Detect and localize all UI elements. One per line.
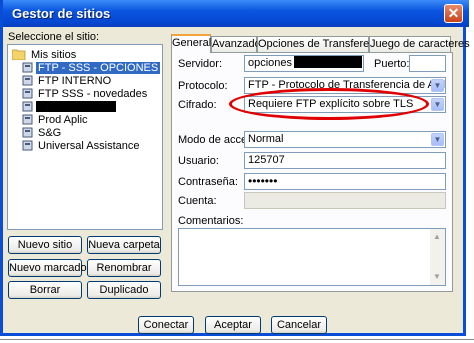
tree-item-ftp-sss-novedades[interactable]: FTP SSS - novedades [22,88,149,101]
accept-button[interactable]: Aceptar [205,316,261,334]
server-icon [22,101,33,112]
server-label: Servidor: [178,58,223,70]
comments-scrollbar[interactable]: ▲ ▼ [430,229,445,285]
chevron-down-icon: ▼ [431,133,444,146]
tree-item-label: Prod Aplic [38,114,88,126]
protocol-label: Protocolo: [178,80,228,92]
user-label: Usuario: [178,155,219,167]
access-mode-select[interactable]: Normal ▼ [244,131,446,148]
site-tree-label: Seleccione el sitio: [8,31,100,43]
delete-button[interactable]: Borrar [8,281,82,299]
server-icon [22,75,33,86]
window-title: Gestor de sitios [12,6,111,21]
chevron-down-icon: ▼ [431,79,444,92]
server-icon [22,140,33,151]
tree-item-prod-aplic[interactable]: Prod Aplic [22,114,90,127]
tree-item-ftp-sss-opciones[interactable]: FTP - SSS - OPCIONES [22,62,161,75]
server-value: opciones [248,57,293,69]
connect-button[interactable]: Conectar [138,316,194,334]
redaction-bar [36,101,116,112]
tab-advanced[interactable]: Avanzado [211,36,261,52]
port-input[interactable] [409,55,446,72]
tree-item-ftp-interno[interactable]: FTP INTERNO [22,75,113,88]
tree-root-label: Mis sitios [31,49,77,61]
tree-root-item[interactable]: Mis sitios [12,49,78,62]
tab-charset[interactable]: Juego de caracteres [369,36,470,52]
tree-item-label: S&G [38,127,62,139]
account-label: Cuenta: [178,195,217,207]
tree-item-label: FTP - SSS - OPCIONES [36,62,161,74]
highlight-ellipse [229,88,429,120]
chevron-down-icon: ▼ [431,98,444,111]
close-button[interactable]: ✕ [444,4,463,23]
tab-transfer-options[interactable]: Opciones de Transferencia [257,36,389,52]
site-tree[interactable]: Mis sitios FTP - SSS - OPCIONES FTP INTE… [7,44,163,230]
tree-item-label: FTP SSS - novedades [38,88,148,100]
port-label: Puerto: [374,58,410,70]
scroll-up-icon[interactable]: ▲ [431,231,443,243]
server-icon [22,88,33,99]
comments-label: Comentarios: [178,215,244,227]
server-icon [22,114,33,125]
folder-icon [12,49,26,60]
scroll-down-icon[interactable]: ▼ [431,271,443,283]
title-bar[interactable]: Gestor de sitios ✕ [3,0,469,27]
server-icon [22,127,33,138]
new-site-button[interactable]: Nuevo sitio [8,236,82,254]
server-input[interactable]: opciones [244,55,364,72]
rename-button[interactable]: Renombrar [87,259,161,277]
tree-item-s-and-g[interactable]: S&G [22,127,63,140]
server-icon [22,62,33,73]
tree-item-label: Universal Assistance [38,140,140,152]
duplicate-button[interactable]: Duplicado [87,281,161,299]
tree-item-label: FTP INTERNO [38,75,112,87]
access-mode-value: Normal [248,133,284,145]
tree-item-redacted[interactable] [22,101,116,114]
new-bookmark-button[interactable]: Nuevo marcador [8,259,90,277]
encryption-label: Cifrado: [178,99,217,111]
redaction-bar [294,56,363,68]
new-folder-button[interactable]: Nueva carpeta [87,236,161,254]
tree-item-universal-assistance[interactable]: Universal Assistance [22,140,142,153]
password-label: Contraseña: [178,176,238,188]
comments-textarea[interactable]: ▲ ▼ [178,228,446,286]
user-input[interactable]: 125707 [244,152,446,169]
tab-general[interactable]: General [171,34,211,53]
password-input[interactable]: ••••••• [244,173,446,190]
background-divider [0,339,474,340]
account-input [244,192,446,209]
cancel-button[interactable]: Cancelar [271,316,327,334]
